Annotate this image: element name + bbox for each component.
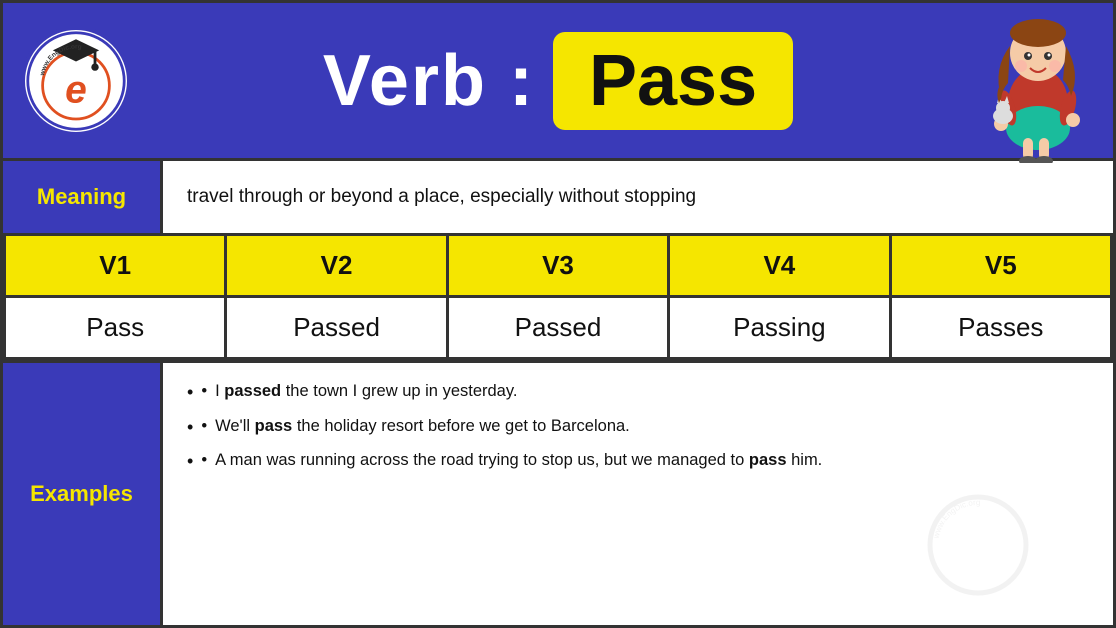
word: Pass bbox=[589, 41, 757, 121]
cell-v4: Passing bbox=[669, 297, 890, 359]
list-item: •We'll pass the holiday resort before we… bbox=[187, 412, 822, 443]
meaning-text: travel through or beyond a place, especi… bbox=[163, 169, 720, 226]
cell-v3: Passed bbox=[447, 297, 668, 359]
col-header-v4: V4 bbox=[669, 235, 890, 297]
cell-v5: Passes bbox=[890, 297, 1111, 359]
svg-text:www.EngDic.org: www.EngDic.org bbox=[931, 498, 980, 540]
watermark: www.EngDic.org bbox=[923, 490, 1033, 605]
cell-v1: Pass bbox=[5, 297, 226, 359]
list-item: •I passed the town I grew up in yesterda… bbox=[187, 377, 822, 408]
col-header-v2: V2 bbox=[226, 235, 447, 297]
meaning-row: Meaning travel through or beyond a place… bbox=[3, 158, 1113, 233]
meaning-badge: Meaning bbox=[3, 161, 163, 233]
col-header-v5: V5 bbox=[890, 235, 1111, 297]
col-header-v3: V3 bbox=[447, 235, 668, 297]
header: e www.EngDic.org Verb : Pass bbox=[3, 3, 1113, 158]
card: e www.EngDic.org Verb : Pass bbox=[0, 0, 1116, 628]
examples-list: •I passed the town I grew up in yesterda… bbox=[163, 363, 846, 495]
logo: e www.EngDic.org bbox=[21, 26, 131, 136]
examples-row: Examples •I passed the town I grew up in… bbox=[3, 360, 1113, 625]
logo-svg: e www.EngDic.org bbox=[25, 26, 127, 136]
logo-circle: e www.EngDic.org bbox=[21, 26, 131, 136]
girl-illustration bbox=[973, 8, 1103, 158]
table-row: Pass Passed Passed Passing Passes bbox=[5, 297, 1112, 359]
girl-svg bbox=[973, 8, 1103, 163]
col-header-v1: V1 bbox=[5, 235, 226, 297]
examples-badge: Examples bbox=[3, 363, 163, 625]
verb-label: Verb : bbox=[323, 40, 535, 122]
cell-v2: Passed bbox=[226, 297, 447, 359]
svg-text:e: e bbox=[65, 68, 87, 111]
verb-table: V1 V2 V3 V4 V5 Pass Passed Passed Passin… bbox=[3, 233, 1113, 360]
header-title: Verb : Pass bbox=[323, 32, 793, 130]
list-item: •A man was running across the road tryin… bbox=[187, 446, 822, 477]
word-box: Pass bbox=[553, 32, 793, 130]
